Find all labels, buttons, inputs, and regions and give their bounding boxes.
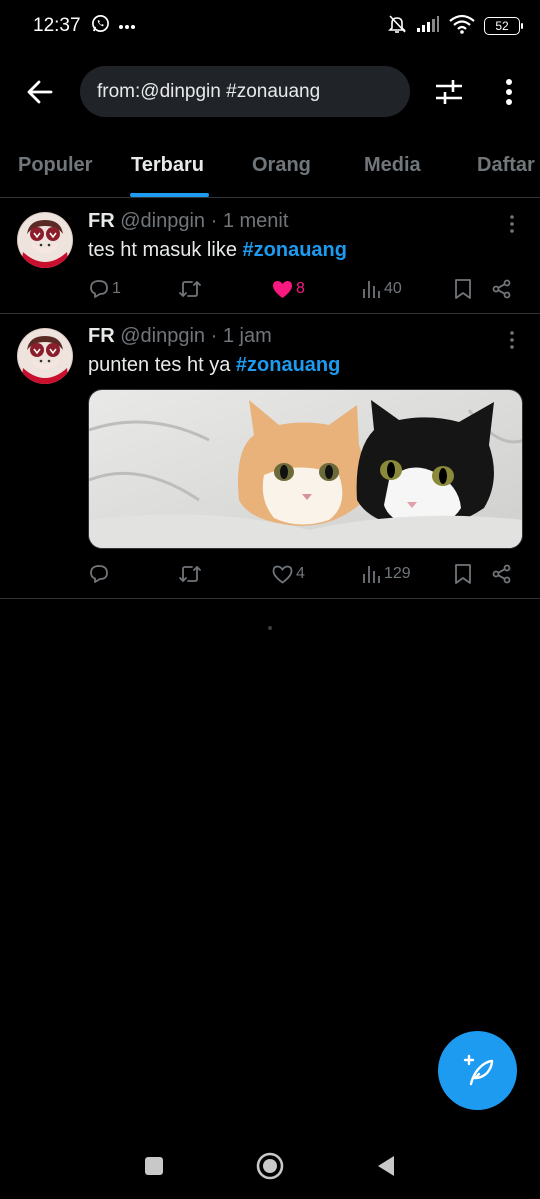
tweet-actions: 4 129 [0,559,540,589]
share-icon [492,564,511,584]
reply-icon [90,565,108,583]
bookmark-button[interactable] [454,274,472,304]
tweet-header: FR @dinpgin · 1 menit [88,210,288,233]
view-count: 129 [384,565,411,582]
heart-filled-icon [273,280,292,298]
tab-media[interactable]: Media [364,154,421,177]
share-button[interactable] [492,274,512,304]
reply-button[interactable]: 1 [89,274,121,304]
avatar[interactable] [17,328,73,384]
back-nav-button[interactable] [372,1152,400,1180]
recents-square-icon [145,1157,163,1175]
bookmark-icon [455,564,471,584]
like-count: 4 [296,565,305,582]
status-time: 12:37 [33,15,81,36]
like-button[interactable]: 4 [272,559,305,589]
share-icon [492,279,511,299]
tab-terbaru[interactable]: Terbaru [131,154,204,177]
signal-icon [416,15,440,38]
tweet[interactable]: FR @dinpgin · 1 jam punten tes ht ya #zo… [0,314,540,599]
back-triangle-icon [378,1156,394,1176]
tab-populer[interactable]: Populer [18,154,92,177]
status-bar: 12:37 52 [0,0,540,52]
back-arrow-icon [27,80,53,104]
tweet-text: punten tes ht ya #zonauang [88,354,340,377]
vertical-more-icon [510,331,514,349]
vertical-more-icon [506,79,512,105]
bell-muted-icon [387,14,407,39]
search-app-bar: from:@dinpgin #zonauang [0,64,540,120]
like-button[interactable]: 8 [272,274,305,304]
separator: · [210,325,218,347]
search-filter-button[interactable] [432,76,466,108]
reply-count: 1 [112,280,121,297]
bookmark-icon [455,279,471,299]
retweet-icon [179,281,201,297]
author-handle[interactable]: @dinpgin [120,210,205,232]
view-count: 40 [384,280,402,297]
share-button[interactable] [492,559,512,589]
compose-feather-icon [463,1054,493,1085]
recents-button[interactable] [140,1152,168,1180]
hashtag-link[interactable]: #zonauang [243,239,347,261]
views-chart-icon [363,566,380,583]
tweet-more-button[interactable] [500,328,524,352]
tab-daftar[interactable]: Daftar [477,154,535,177]
tweet-time[interactable]: 1 jam [223,325,272,347]
hashtag-link[interactable]: #zonauang [236,354,340,376]
like-count: 8 [296,280,305,297]
back-button[interactable] [24,76,56,108]
retweet-button[interactable] [178,559,205,589]
search-tabs: Populer Terbaru Orang Media Daftar [0,140,540,198]
author-name[interactable]: FR [88,210,115,232]
compose-tweet-button[interactable] [438,1031,517,1110]
heart-outline-icon [272,565,293,584]
tab-orang[interactable]: Orang [252,154,311,177]
separator: · [210,210,218,232]
bookmark-button[interactable] [454,559,472,589]
tweet-text: tes ht masuk like #zonauang [88,239,347,262]
filter-sliders-icon [436,80,462,104]
tweet-actions: 1 8 40 [0,274,540,304]
tweet-time[interactable]: 1 menit [223,210,289,232]
system-nav-bar [0,1130,540,1199]
vertical-more-icon [510,215,514,233]
more-options-button[interactable] [495,76,523,108]
home-circle-icon [256,1152,284,1180]
retweet-button[interactable] [178,274,205,304]
retweet-icon [179,566,201,582]
whatsapp-icon [91,14,110,38]
reply-icon [90,280,108,298]
views-button[interactable]: 40 [361,274,402,304]
wifi-icon [449,14,475,39]
active-tab-indicator [130,193,209,197]
more-dots-icon [118,17,136,35]
avatar[interactable] [17,212,73,268]
battery-icon: 52 [484,17,523,35]
tweet-text-body: punten tes ht ya [88,354,236,376]
reply-button[interactable] [89,559,112,589]
tweet[interactable]: FR @dinpgin · 1 menit tes ht masuk like … [0,199,540,314]
tweet-header: FR @dinpgin · 1 jam [88,325,272,348]
views-button[interactable]: 129 [361,559,411,589]
views-chart-icon [363,281,380,298]
loading-indicator [268,626,272,630]
author-handle[interactable]: @dinpgin [120,325,205,347]
two-kittens-under-blanket-photo[interactable] [88,389,523,549]
tweet-more-button[interactable] [500,212,524,236]
home-button[interactable] [256,1152,284,1180]
search-input[interactable]: from:@dinpgin #zonauang [80,66,410,117]
tweet-text-body: tes ht masuk like [88,239,243,261]
author-name[interactable]: FR [88,325,115,347]
